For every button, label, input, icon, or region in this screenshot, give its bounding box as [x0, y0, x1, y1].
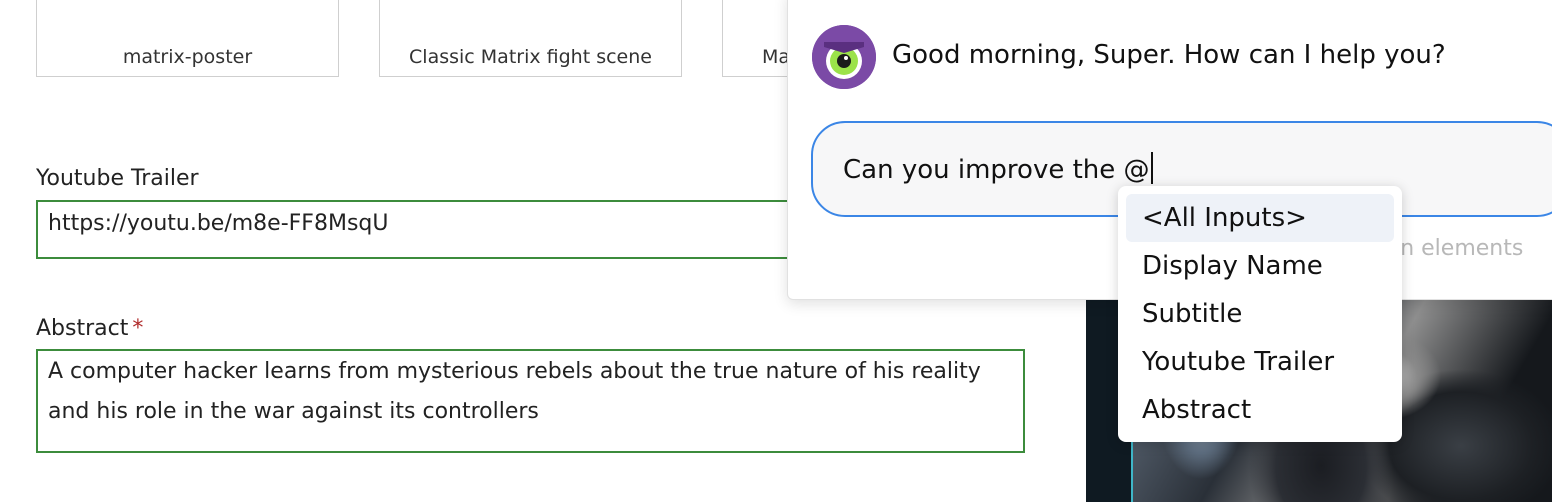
thumbnail-caption: matrix-poster: [122, 46, 253, 68]
prompt-input-text[interactable]: Can you improve the @: [843, 152, 1153, 185]
image-thumbnail-fight-scene[interactable]: Classic Matrix fight scene: [379, 0, 682, 77]
abstract-label: Abstract *: [36, 316, 144, 341]
abstract-value: A computer hacker learns from mysterious…: [48, 359, 981, 424]
assistant-avatar-icon: [812, 25, 876, 89]
required-asterisk: *: [132, 316, 144, 341]
one-eyed-monster-icon: [812, 25, 876, 89]
abstract-textarea[interactable]: A computer hacker learns from mysterious…: [36, 349, 1025, 453]
youtube-trailer-label: Youtube Trailer: [36, 166, 199, 191]
image-thumbnail-matrix-poster[interactable]: matrix-poster: [36, 0, 339, 77]
mention-option-abstract[interactable]: Abstract: [1126, 386, 1394, 434]
thumbnail-caption: Classic Matrix fight scene: [409, 46, 652, 68]
text-caret: [1150, 152, 1153, 184]
mention-option-all-inputs[interactable]: <All Inputs>: [1126, 194, 1394, 242]
mention-option-display-name[interactable]: Display Name: [1126, 242, 1394, 290]
prompt-value: Can you improve the @: [843, 155, 1150, 185]
youtube-trailer-value: https://youtu.be/m8e-FF8MsqU: [48, 211, 389, 236]
mention-option-youtube-trailer[interactable]: Youtube Trailer: [1126, 338, 1394, 386]
assistant-greeting: Good morning, Super. How can I help you?: [892, 40, 1446, 70]
mention-dropdown: <All Inputs> Display Name Subtitle Youtu…: [1118, 186, 1402, 442]
mention-option-subtitle[interactable]: Subtitle: [1126, 290, 1394, 338]
